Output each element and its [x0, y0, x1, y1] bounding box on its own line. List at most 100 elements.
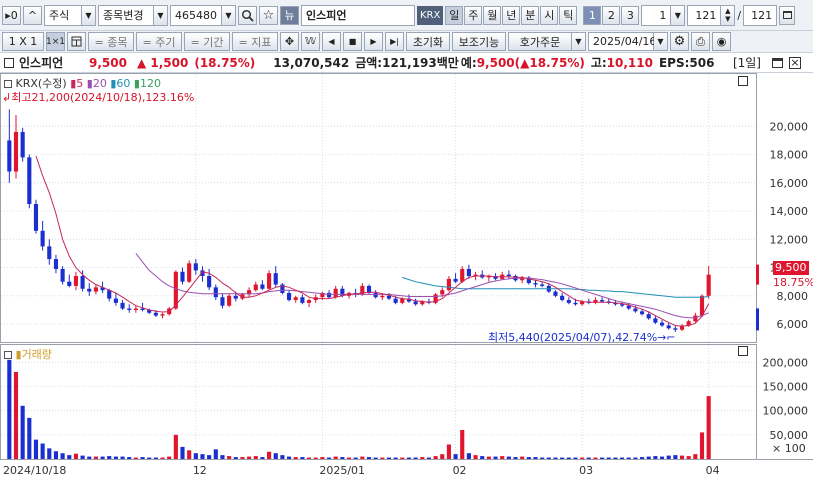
sub-toolbar: 1 X 1 1×1 = 종목 = 주기 = 기간 = 지표 ✥ 𝕎 ◀ ■ ▶ …: [0, 31, 813, 53]
search-icon: [241, 9, 254, 22]
candle-body: [566, 300, 571, 303]
period-button[interactable]: = 기간: [184, 32, 230, 51]
date-input[interactable]: 2025/04/16: [588, 32, 656, 51]
window-button[interactable]: [779, 5, 796, 25]
info-change-pct: (18.75%): [194, 55, 256, 70]
volume-bar: [293, 457, 298, 459]
candle-type-button[interactable]: 𝕎: [301, 32, 320, 51]
candle-body: [267, 273, 272, 289]
legend-checkbox-icon[interactable]: [4, 80, 12, 88]
prev-button[interactable]: ◀: [322, 32, 341, 51]
stop-button[interactable]: ■: [343, 32, 362, 51]
period-year[interactable]: 년: [502, 5, 521, 25]
up-button[interactable]: ^: [23, 5, 42, 25]
assist-button[interactable]: 보조기능: [452, 32, 506, 51]
chart-area[interactable]: 6,0008,00010,00012,00014,00016,00018,000…: [0, 73, 813, 480]
candle-body: [153, 312, 158, 316]
volume-bar: [533, 457, 538, 459]
candle-body: [413, 301, 418, 305]
candle-body: [386, 295, 392, 299]
volume-bar: [553, 457, 558, 459]
print-button[interactable]: ⎙: [691, 32, 710, 51]
chart-svg[interactable]: 6,0008,00010,00012,00014,00016,00018,000…: [0, 73, 813, 480]
category-dropdown[interactable]: 종목변경 ▼: [98, 4, 168, 26]
candle-body: [293, 297, 298, 301]
candle-body: [533, 283, 538, 285]
stepper-icon[interactable]: ▲ ▼: [721, 4, 736, 26]
candle-body: [373, 292, 378, 298]
order-dropdown[interactable]: 호가주문 ▼: [508, 32, 586, 51]
period-week[interactable]: 주: [464, 5, 483, 25]
end-icon: ▶|: [390, 37, 399, 46]
x-tick-label: 2025/01: [319, 464, 365, 477]
volume-bar: [287, 456, 292, 459]
volume-bar: [393, 457, 398, 459]
close-icon[interactable]: ×: [789, 56, 801, 69]
checkbox-icon[interactable]: [4, 57, 14, 68]
indicator-button[interactable]: = 지표: [232, 32, 278, 51]
exchange-badge[interactable]: KRX: [417, 5, 444, 25]
volume-bar: [679, 455, 685, 459]
candle-body: [646, 314, 651, 319]
period-day[interactable]: 일: [445, 5, 464, 25]
candle-body: [393, 298, 398, 303]
news-button[interactable]: 뉴: [280, 5, 299, 25]
window-icon: [782, 11, 792, 19]
split-3[interactable]: 3: [621, 5, 640, 25]
candle-body: [466, 268, 471, 277]
cycle-button[interactable]: = 주기: [136, 32, 182, 51]
info-stock-name: 인스피언: [19, 56, 64, 70]
volume-bar: [406, 457, 412, 459]
count-input[interactable]: 121: [687, 4, 722, 26]
settings-button[interactable]: ⚙: [670, 32, 689, 51]
candle-body: [260, 284, 265, 289]
disk-icon: ◉: [716, 35, 727, 48]
stock-code-input[interactable]: 465480: [170, 4, 222, 26]
period-month[interactable]: 월: [483, 5, 502, 25]
favorite-button[interactable]: ☆: [259, 5, 278, 25]
candle-body: [400, 298, 405, 303]
volume-panel-max-icon[interactable]: [738, 346, 748, 356]
volume-bar: [420, 457, 425, 459]
volume-bar: [33, 439, 39, 459]
maximize-icon[interactable]: [772, 57, 783, 68]
split-value: 1: [641, 4, 672, 26]
panel-max-icon[interactable]: [738, 76, 748, 86]
candle-body: [380, 295, 385, 298]
volume-bar: [613, 457, 618, 459]
split-value-dropdown[interactable]: 1 ▼: [641, 4, 686, 26]
layout-button[interactable]: 1 X 1: [2, 32, 44, 51]
volume-bar: [566, 457, 571, 459]
candle-body: [653, 318, 658, 323]
volume-bar: [80, 455, 85, 459]
layout-1x1-button[interactable]: 1×1: [46, 32, 65, 51]
volume-bar: [267, 451, 272, 459]
save-button[interactable]: ◉: [712, 32, 731, 51]
search-button[interactable]: [238, 5, 257, 25]
split-1[interactable]: 1: [583, 5, 602, 25]
candle-body: [27, 157, 32, 204]
volume-bar: [87, 456, 92, 459]
period-selector: 일 주 월 년 분 시 틱: [445, 5, 578, 25]
volume-bar: [73, 453, 78, 459]
code-input-group[interactable]: 465480 ▼: [170, 4, 236, 26]
end-button[interactable]: ▶|: [385, 32, 404, 51]
legend-checkbox-icon[interactable]: [4, 351, 12, 359]
period-minute[interactable]: 분: [521, 5, 540, 25]
period-hour[interactable]: 시: [540, 5, 559, 25]
market-dropdown[interactable]: 주식 ▼: [44, 4, 96, 26]
date-picker[interactable]: 2025/04/16 ▼: [588, 32, 668, 51]
period-tick[interactable]: 틱: [559, 5, 578, 25]
count-stepper[interactable]: 121 ▲ ▼: [687, 4, 736, 26]
reset-button[interactable]: 초기화: [406, 32, 450, 51]
volume-bar: [220, 455, 225, 459]
crosshair-button[interactable]: ✥: [280, 32, 299, 51]
volume-bar: [313, 457, 318, 459]
grid-button[interactable]: [67, 32, 86, 51]
volume-tick-label: 150,000: [763, 380, 809, 393]
item-button[interactable]: = 종목: [88, 32, 134, 51]
split-2[interactable]: 2: [602, 5, 621, 25]
page-nav-button[interactable]: ▸0: [2, 5, 21, 25]
next-button[interactable]: ▶: [364, 32, 383, 51]
volume-bar: [560, 457, 565, 459]
